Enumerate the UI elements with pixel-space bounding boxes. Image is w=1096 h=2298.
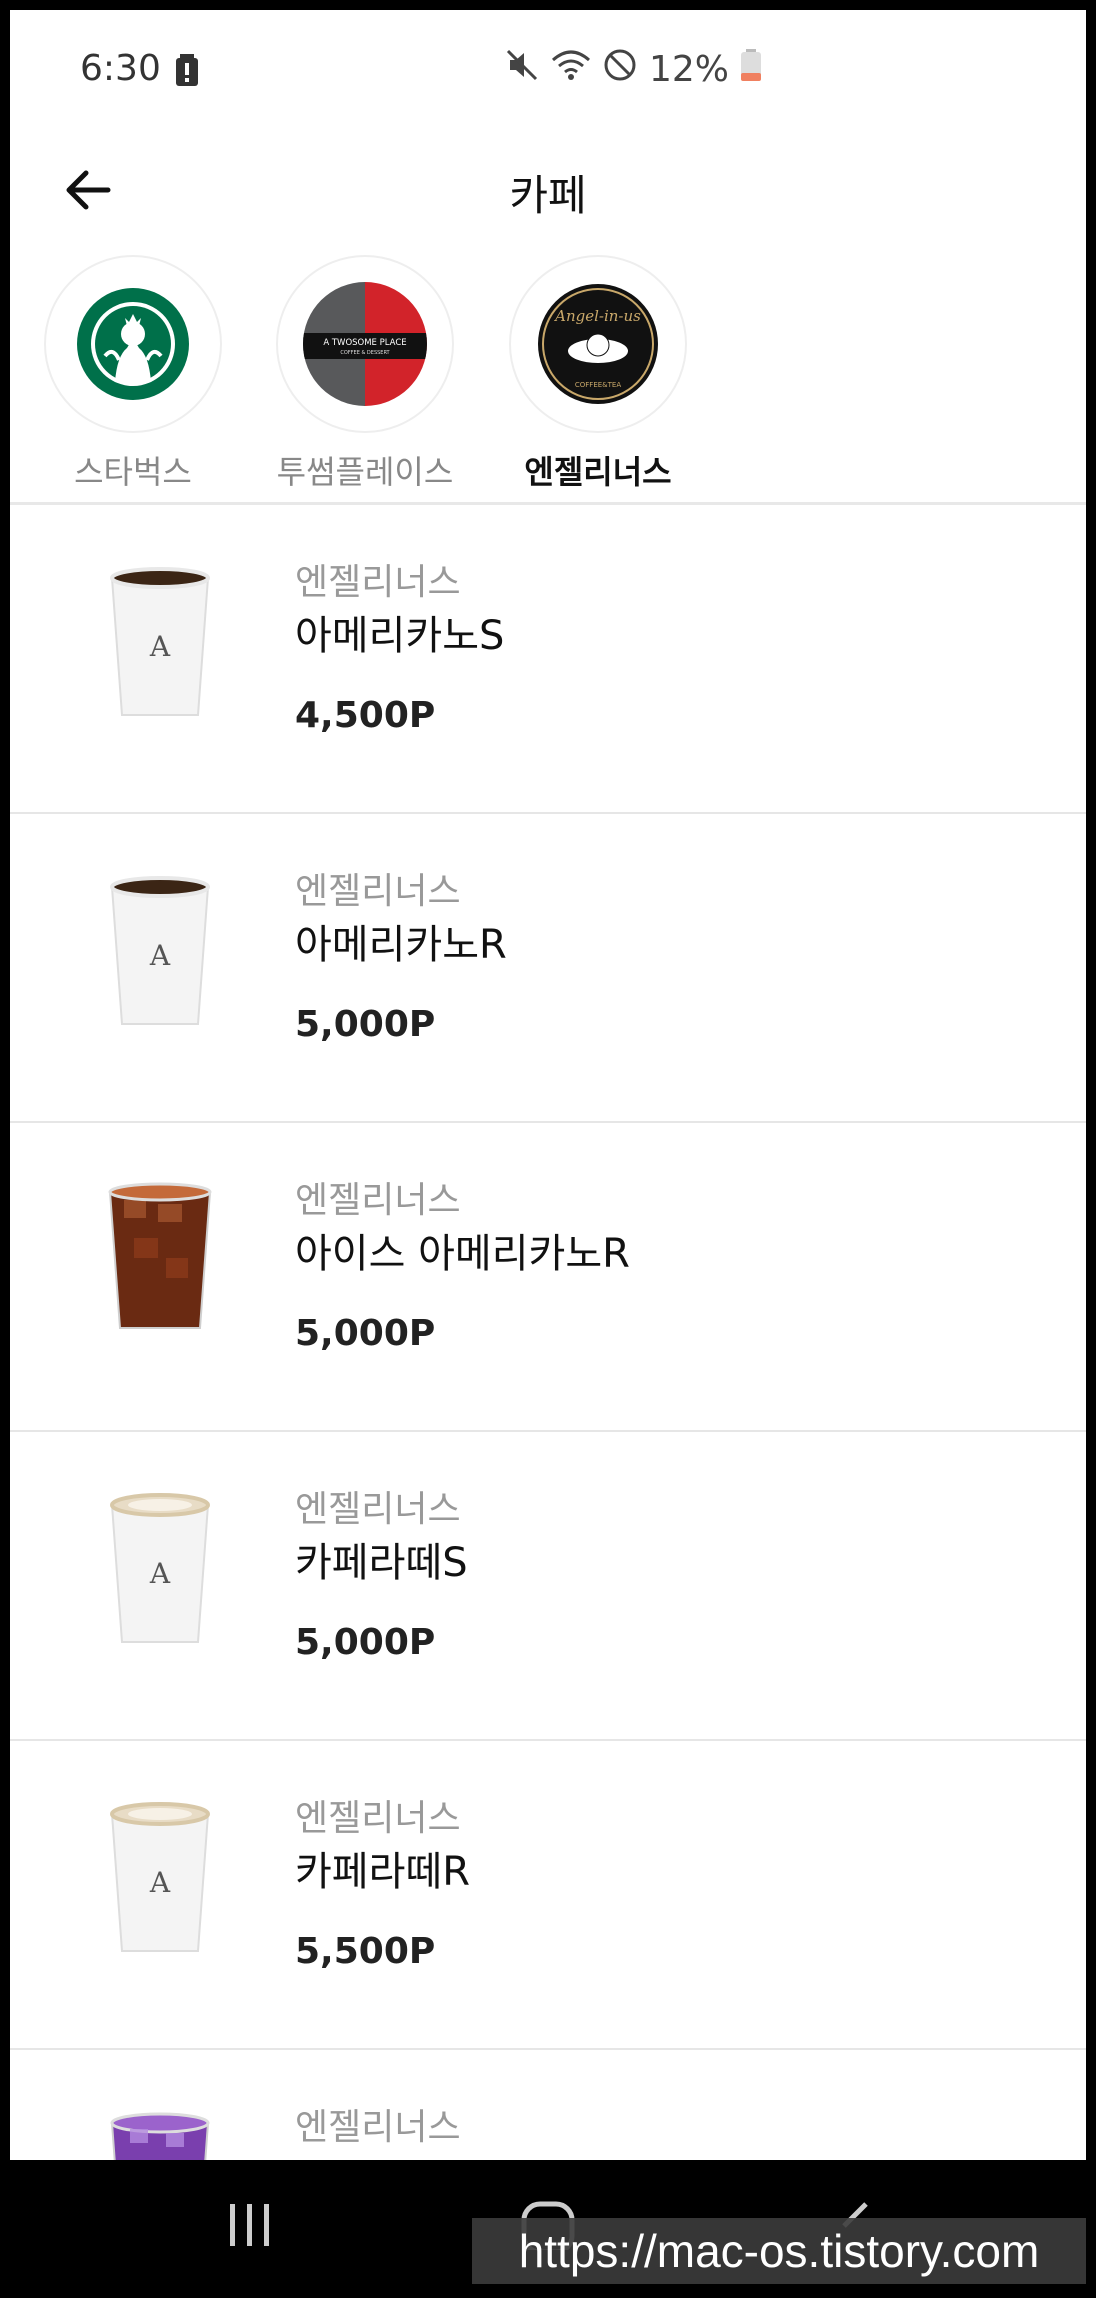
brand-tab-twosome[interactable]: A TWOSOME PLACE COFFEE & DESSERT 투썸플레이스 bbox=[255, 255, 475, 493]
product-name: 아메리카노R bbox=[295, 922, 507, 968]
product-name: 카페라떼R bbox=[295, 1849, 470, 1895]
recent-apps-icon bbox=[230, 2204, 269, 2246]
watermark-url: https://mac-os.tistory.com bbox=[472, 2218, 1086, 2284]
status-time: 6:30 bbox=[80, 48, 161, 89]
svg-text:A TWOSOME PLACE: A TWOSOME PLACE bbox=[323, 338, 406, 348]
product-price: 5,000P bbox=[295, 1004, 436, 1045]
svg-text:A: A bbox=[149, 630, 171, 663]
product-item[interactable]: A 엔젤리너스 아메리카노S 4,500P bbox=[10, 505, 1086, 814]
page-title: 카페 bbox=[509, 171, 587, 220]
product-name: 카페라떼S bbox=[295, 1540, 468, 1586]
product-item[interactable]: A 엔젤리너스 카페라떼R 5,500P bbox=[10, 1741, 1086, 2050]
product-price: 5,000P bbox=[295, 1622, 436, 1663]
product-item[interactable]: A 엔젤리너스 아메리카노R 5,000P bbox=[10, 814, 1086, 1123]
svg-text:COFFEE & DESSERT: COFFEE & DESSERT bbox=[340, 350, 390, 356]
svg-text:A: A bbox=[149, 1557, 171, 1590]
angelinus-logo: Angel-in-us COFFEE&TEA bbox=[509, 255, 687, 433]
starbucks-logo bbox=[44, 255, 222, 433]
product-price: 4,500P bbox=[295, 695, 436, 736]
battery-alert-icon bbox=[176, 54, 198, 90]
status-bar: 6:30 12% bbox=[10, 10, 1086, 130]
app-header: 카페 bbox=[10, 140, 1086, 240]
svg-text:Angel-in-us: Angel-in-us bbox=[553, 307, 641, 325]
wifi-icon bbox=[551, 48, 591, 91]
iced-cup-image bbox=[100, 1178, 220, 1338]
product-brand: 엔젤리너스 bbox=[295, 871, 461, 912]
product-brand: 엔젤리너스 bbox=[295, 1489, 461, 1530]
product-brand: 엔젤리너스 bbox=[295, 2107, 461, 2148]
hot-cup-image: A bbox=[100, 869, 220, 1029]
product-name: 아메리카노S bbox=[295, 613, 505, 659]
product-price: 5,500P bbox=[295, 1931, 436, 1972]
hot-cup-image: A bbox=[100, 560, 220, 720]
brand-label: 엔젤리너스 bbox=[524, 453, 672, 491]
twosome-logo: A TWOSOME PLACE COFFEE & DESSERT bbox=[276, 255, 454, 433]
purple-latte-image bbox=[100, 2105, 220, 2160]
product-item[interactable]: A 엔젤리너스 카페라떼S 5,000P bbox=[10, 1432, 1086, 1741]
brand-label: 투썸플레이스 bbox=[276, 453, 454, 491]
product-price: 5,000P bbox=[295, 1313, 436, 1354]
product-name: 아이스 아메리카노R bbox=[295, 1231, 630, 1277]
brand-tabs: 스타벅스 A TWOSOME PLACE COFFEE & DESSERT 투썸… bbox=[10, 255, 1086, 491]
svg-text:A: A bbox=[149, 939, 171, 972]
latte-cup-image: A bbox=[100, 1487, 220, 1647]
brand-tab-starbucks[interactable]: 스타벅스 bbox=[23, 255, 243, 493]
latte-cup-image: A bbox=[100, 1796, 220, 1956]
brand-tab-angelinus[interactable]: Angel-in-us COFFEE&TEA 엔젤리너스 bbox=[488, 255, 708, 493]
do-not-disturb-icon bbox=[603, 48, 637, 91]
battery-icon bbox=[741, 49, 762, 90]
svg-text:A: A bbox=[149, 1866, 171, 1899]
product-name: 자색 고구마 라떼R bbox=[295, 2148, 606, 2160]
product-item[interactable]: 엔젤리너스 아이스 아메리카노R 5,000P bbox=[10, 1123, 1086, 1432]
product-brand: 엔젤리너스 bbox=[295, 562, 461, 603]
svg-text:COFFEE&TEA: COFFEE&TEA bbox=[575, 381, 621, 389]
app-screen: 6:30 12% 카페 스타벅스 A TWOSOME PLACE COFFEE … bbox=[10, 10, 1086, 2160]
product-item[interactable]: 엔젤리너스 자색 고구마 라떼R bbox=[10, 2050, 1086, 2160]
product-list: A 엔젤리너스 아메리카노S 4,500P A 엔젤리너스 아메리카노R 5,0… bbox=[10, 505, 1086, 2160]
mute-icon bbox=[505, 48, 539, 91]
product-brand: 엔젤리너스 bbox=[295, 1798, 461, 1839]
recent-apps-button[interactable] bbox=[228, 2202, 272, 2252]
status-icons: 12% bbox=[505, 48, 762, 91]
brand-label: 스타벅스 bbox=[74, 453, 192, 491]
battery-percent: 12% bbox=[649, 49, 730, 90]
product-brand: 엔젤리너스 bbox=[295, 1180, 461, 1221]
